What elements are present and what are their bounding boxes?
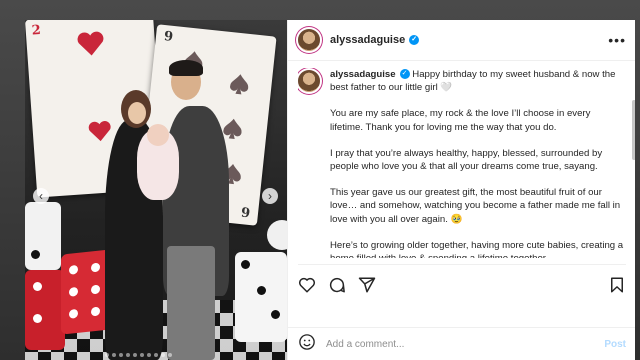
caption-username[interactable]: alyssadaguise [330,69,396,80]
comment-input[interactable] [324,337,605,351]
caption-scrollbar[interactable] [632,60,635,260]
more-options-icon[interactable]: ••• [608,32,626,48]
white-die [25,202,61,270]
carousel-dot [168,353,172,357]
author-username[interactable]: alyssadaguise ✓ [330,34,420,46]
carousel-dot [161,353,165,357]
caption-paragraph: Here’s to growing older together, having… [330,239,624,258]
verified-badge-icon: ✓ [399,69,410,80]
heart-suit-icon [88,121,111,142]
avatar[interactable] [298,70,320,92]
spade-suit-icon [230,74,249,95]
caption-paragraph: You are my safe place, my rock & the lov… [330,108,591,133]
chevron-left-icon: ‹ [39,189,43,203]
carousel-indicator [105,353,172,357]
username-text: alyssadaguise [330,34,406,46]
heart-suit-icon [77,31,104,56]
caption-text: alyssadaguise ✓ Happy birthday to my swee… [330,68,626,258]
verified-badge-icon: ✓ [409,35,420,46]
comment-icon[interactable] [328,276,346,294]
carousel-dot [133,353,137,357]
caption-paragraph: I pray that you’re always healthy, happy… [330,147,603,173]
post-actions [298,264,626,299]
red-die [61,249,111,335]
white-die [235,252,287,342]
heart-icon[interactable] [298,276,316,294]
carousel-dot [147,353,151,357]
carousel-dot [140,353,144,357]
chevron-right-icon: › [268,189,272,203]
scrollbar-thumb[interactable] [632,100,635,160]
post-modal: 2 9 6 ‹ › alyssadaguise ✓ ••• alyssadagu… [25,20,635,360]
next-photo-button[interactable]: › [262,188,278,204]
card-rank: 2 [31,22,42,39]
comment-box: Post [288,327,635,360]
carousel-dot [112,353,116,357]
caption-area: alyssadaguise ✓ Happy birthday to my swee… [298,68,626,258]
card-rank: 9 [163,29,174,45]
previous-photo-button[interactable]: ‹ [33,188,49,204]
card-rank: 6 [240,203,251,219]
spade-suit-icon [223,118,242,139]
avatar[interactable] [298,29,320,51]
man-hair [169,60,203,76]
carousel-dot [119,353,123,357]
carousel-dot [154,353,158,357]
carousel-dot [126,353,130,357]
carousel-dot [105,353,109,357]
post-photo: 2 9 6 ‹ › [25,20,287,360]
share-icon[interactable] [358,276,376,294]
woman-face [128,102,146,124]
caption-paragraph: This year gave us our greatest gift, the… [330,187,621,225]
red-die [25,270,65,350]
bookmark-icon[interactable] [608,276,626,294]
post-details-panel: alyssadaguise ✓ ••• alyssadaguise ✓ Happy … [287,20,635,360]
man-trousers [167,246,215,360]
post-header: alyssadaguise ✓ ••• [288,20,635,61]
emoji-icon[interactable] [298,333,316,356]
baby-head [147,124,169,146]
post-comment-button[interactable]: Post [604,339,626,350]
